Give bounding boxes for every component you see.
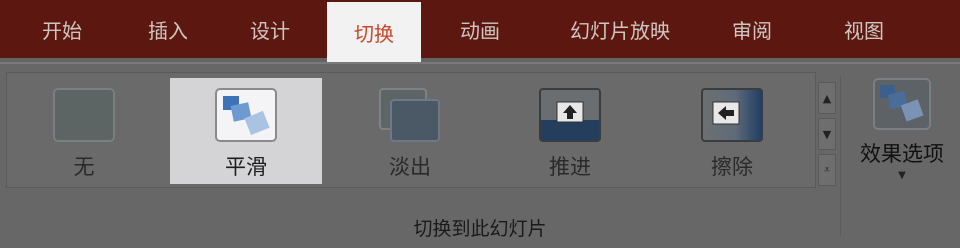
transition-morph[interactable]: 平滑	[170, 78, 322, 184]
effect-options-icon	[873, 78, 931, 130]
tab-animations[interactable]: 动画	[432, 0, 528, 58]
transition-label: 平滑	[225, 155, 267, 179]
transition-none[interactable]: 无	[14, 78, 154, 184]
transition-fade[interactable]: 淡出	[340, 78, 480, 184]
none-transition-icon	[53, 88, 115, 142]
dropdown-caret-icon: ▼	[898, 170, 906, 181]
transition-label: 无	[73, 155, 95, 179]
transition-label: 擦除	[711, 155, 753, 179]
group-divider	[840, 76, 841, 236]
tab-transitions[interactable]: 切换	[327, 2, 421, 62]
transition-push[interactable]: 推进	[500, 78, 640, 184]
transition-label: 淡出	[389, 155, 431, 179]
morph-transition-icon	[215, 88, 277, 142]
tab-design[interactable]: 设计	[222, 0, 318, 58]
transition-wipe[interactable]: 擦除	[662, 78, 802, 184]
group-label: 切换到此幻灯片	[413, 218, 547, 240]
fade-transition-icon	[379, 88, 441, 142]
tab-insert[interactable]: 插入	[120, 0, 216, 58]
gallery-scroll-down-button[interactable]: ▼	[818, 118, 836, 150]
effect-options-label: 效果选项	[860, 142, 944, 166]
wipe-transition-icon	[701, 88, 763, 142]
ribbon-top-border	[0, 62, 960, 64]
tab-view[interactable]: 视图	[816, 0, 912, 58]
transition-label: 推进	[549, 155, 591, 179]
gallery-scroll-up-button[interactable]: ▲	[818, 82, 836, 114]
chevron-up-icon: ▲	[822, 91, 832, 105]
gallery-scroll: ▲ ▼ ⩡	[818, 82, 836, 186]
tab-home[interactable]: 开始	[14, 0, 110, 58]
tab-review[interactable]: 审阅	[712, 0, 792, 58]
effect-options-button[interactable]: 效果选项 ▼	[848, 74, 956, 192]
push-transition-icon	[539, 88, 601, 142]
gallery-more-button[interactable]: ⩡	[818, 154, 836, 186]
tab-slideshow[interactable]: 幻灯片放映	[548, 0, 692, 58]
expand-gallery-icon: ⩡	[823, 163, 831, 176]
chevron-down-icon: ▼	[822, 127, 832, 141]
